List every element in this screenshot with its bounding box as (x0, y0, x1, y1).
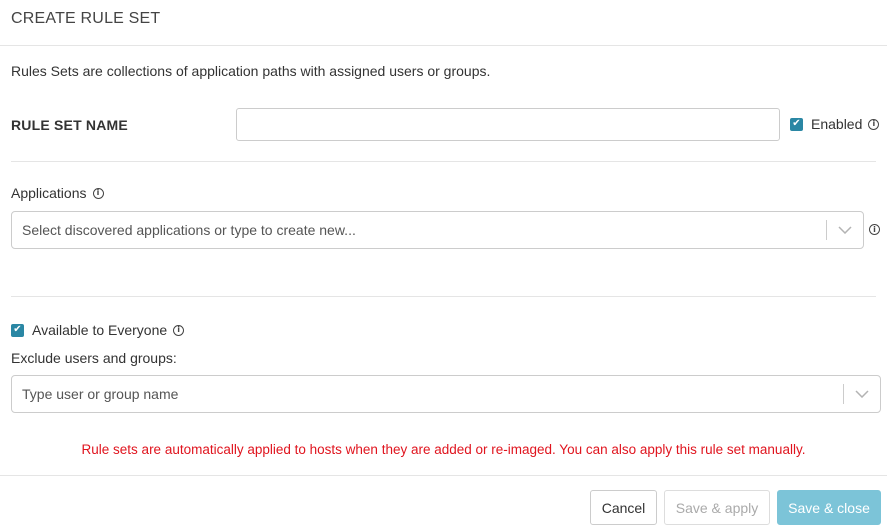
exclude-users-placeholder: Type user or group name (22, 386, 179, 402)
chevron-down-icon[interactable] (844, 376, 880, 412)
divider (11, 296, 876, 297)
applications-label-row: Applications i (11, 184, 876, 202)
enabled-label: Enabled (811, 116, 863, 132)
dialog-footer: Cancel Save & apply Save & close (0, 475, 887, 532)
auto-apply-warning: Rule sets are automatically applied to h… (81, 442, 806, 457)
info-icon[interactable]: i (92, 187, 104, 199)
info-icon[interactable]: i (173, 324, 185, 336)
available-to-everyone-label: Available to Everyone (32, 322, 168, 338)
exclude-users-select[interactable]: Type user or group name (11, 375, 881, 413)
info-icon[interactable]: i (869, 224, 880, 235)
available-to-everyone-checkbox[interactable]: ✔ Available to Everyone i (11, 321, 876, 339)
dialog-description: Rules Sets are collections of applicatio… (11, 63, 491, 79)
checkmark-icon[interactable]: ✔ (11, 323, 24, 337)
dialog-header: CREATE RULE SET (0, 0, 887, 46)
applications-placeholder: Select discovered applications or type t… (22, 222, 356, 238)
applications-select[interactable]: Select discovered applications or type t… (11, 211, 864, 249)
cancel-button[interactable]: Cancel (590, 490, 657, 525)
chevron-down-icon[interactable] (827, 212, 863, 248)
save-and-close-button[interactable]: Save & close (777, 490, 881, 525)
dialog-body: Rules Sets are collections of applicatio… (0, 63, 887, 460)
create-rule-set-dialog: CREATE RULE SET Rules Sets are collectio… (0, 0, 887, 532)
divider (11, 161, 876, 162)
applications-row: Select discovered applications or type t… (11, 211, 880, 249)
rule-set-name-label: RULE SET NAME (11, 117, 128, 133)
dialog-title: CREATE RULE SET (11, 10, 161, 27)
exclude-users-label: Exclude users and groups: (11, 350, 177, 366)
exclude-users-row: Type user or group name (11, 375, 881, 413)
save-and-apply-button[interactable]: Save & apply (664, 490, 770, 525)
rule-set-name-row: RULE SET NAME ✔ Enabled i (11, 108, 880, 141)
info-icon[interactable]: i (868, 118, 880, 130)
checkmark-icon[interactable]: ✔ (790, 117, 803, 131)
enabled-checkbox[interactable]: ✔ Enabled i (790, 116, 880, 132)
applications-label: Applications (11, 185, 87, 201)
rule-set-name-input[interactable] (236, 108, 780, 141)
